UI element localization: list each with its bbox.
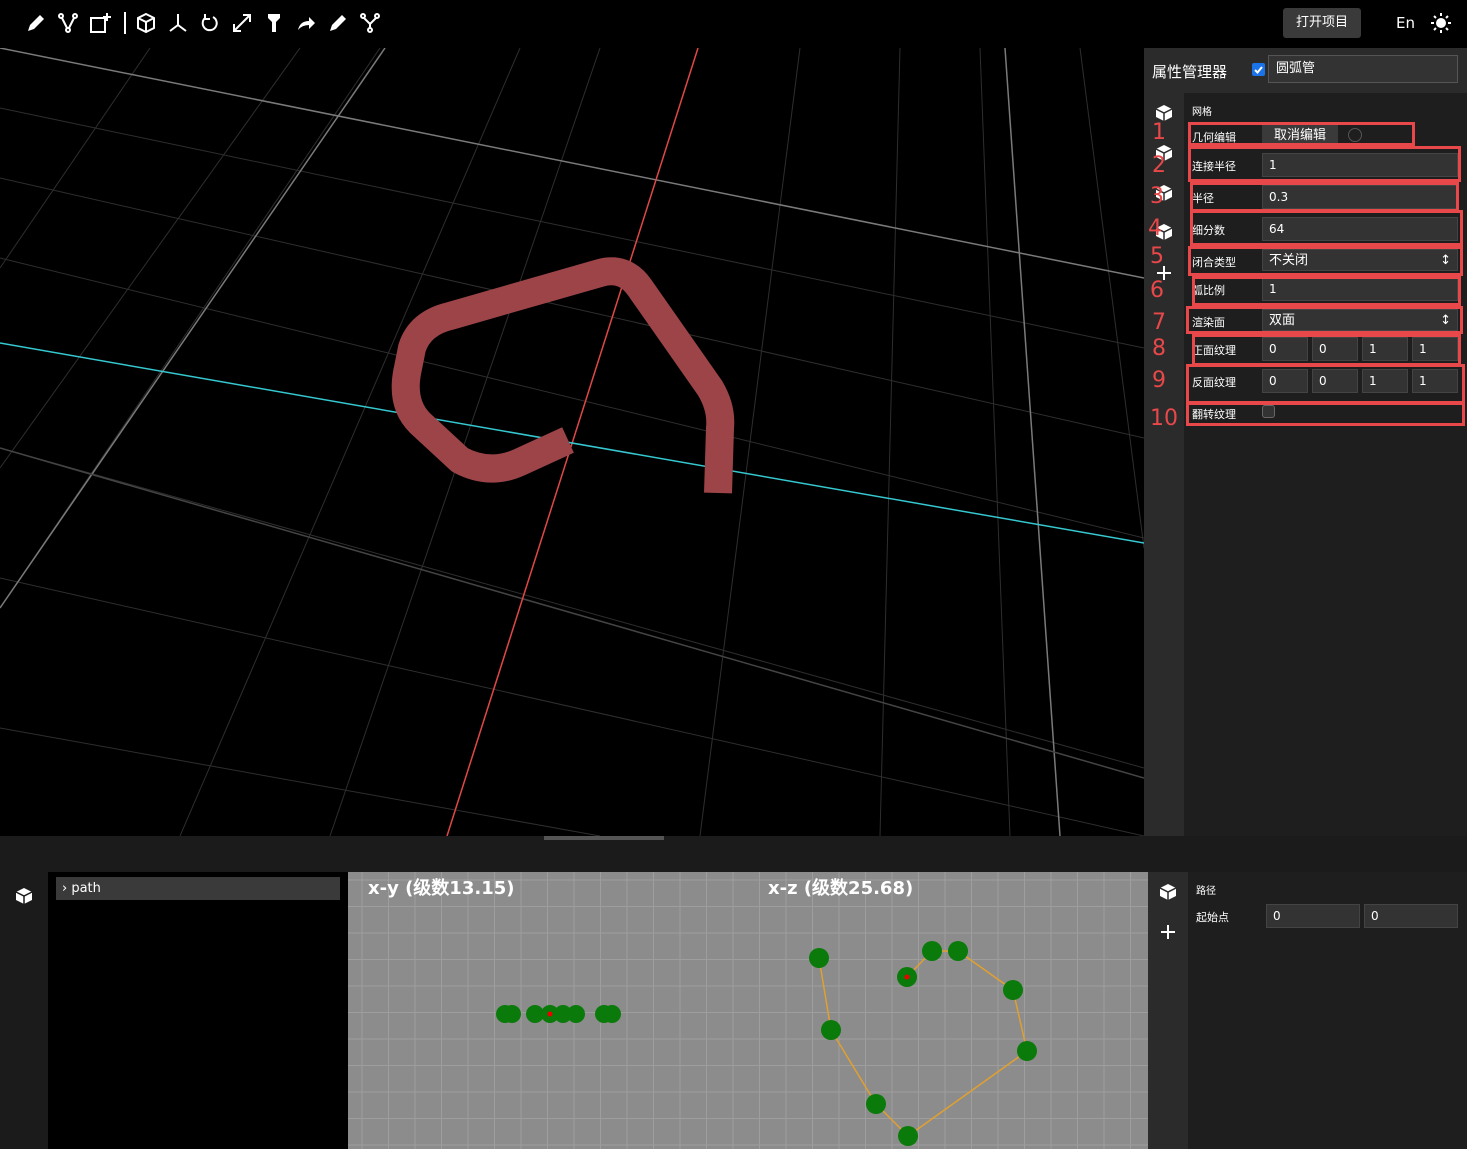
- section-path: 路径: [1196, 886, 1216, 897]
- tree-item-path[interactable]: › path: [56, 877, 340, 900]
- start-point-y-input[interactable]: 0: [1364, 904, 1458, 928]
- annotation-box: [1188, 246, 1463, 276]
- path-tree: [48, 872, 348, 1149]
- pencil-icon[interactable]: [25, 12, 47, 34]
- annotation-number-7: 7: [1152, 310, 1166, 335]
- tree-item-label: path: [71, 881, 101, 896]
- bottom-icon-strip: [0, 872, 48, 1149]
- control-point: [1003, 980, 1023, 1000]
- scale-icon[interactable]: [231, 12, 253, 34]
- branch-icon[interactable]: [359, 12, 381, 34]
- annotation-box: [1192, 334, 1461, 366]
- xz-points: [809, 941, 1037, 1146]
- brush-icon[interactable]: [327, 12, 349, 34]
- control-point: [866, 1094, 886, 1114]
- control-point: [948, 941, 968, 961]
- plus-icon[interactable]: [1158, 922, 1178, 942]
- add-object-icon[interactable]: [89, 12, 111, 34]
- annotation-number-5: 5: [1150, 244, 1164, 269]
- control-point: [809, 948, 829, 968]
- xz-graph-title: x-z (级数25.68): [768, 878, 914, 899]
- axes-icon[interactable]: [167, 12, 189, 34]
- language-toggle[interactable]: En: [1396, 14, 1415, 32]
- xz-path-line: [818, 950, 1028, 1137]
- start-point-label: 起始点: [1196, 911, 1229, 924]
- annotation-box: [1188, 122, 1415, 146]
- start-point-x-input[interactable]: 0: [1266, 904, 1360, 928]
- annotation-box: [1190, 182, 1459, 212]
- control-point: [1017, 1041, 1037, 1061]
- annotation-number-8: 8: [1152, 336, 1166, 361]
- xy-origin-marker: [547, 1011, 553, 1017]
- annotation-box: [1186, 402, 1465, 426]
- annotation-box: [1190, 210, 1463, 246]
- annotation-number-10: 10: [1150, 406, 1178, 431]
- control-point: [922, 941, 942, 961]
- control-point: [567, 1005, 585, 1023]
- annotation-number-3: 3: [1150, 184, 1164, 209]
- cube-icon[interactable]: [1158, 882, 1178, 902]
- visible-checkbox[interactable]: [1252, 63, 1265, 76]
- toolbar-separator: [124, 12, 126, 34]
- arc-tube-mesh[interactable]: [391, 257, 735, 494]
- control-point: [821, 1020, 841, 1040]
- control-point: [503, 1005, 521, 1023]
- annotation-box: [1192, 276, 1461, 306]
- cube-icon[interactable]: [135, 12, 157, 34]
- open-project-button[interactable]: 打开项目: [1283, 8, 1361, 38]
- cube-icon[interactable]: [14, 886, 34, 906]
- annotation-number-2: 2: [1152, 153, 1166, 178]
- annotation-box: [1186, 306, 1463, 334]
- path-graph-canvas[interactable]: [348, 872, 1148, 1149]
- annotation-number-6: 6: [1150, 278, 1164, 303]
- object-name-input[interactable]: 圆弧管: [1268, 55, 1458, 83]
- redo-arrow-icon[interactable]: [295, 12, 317, 34]
- sun-icon[interactable]: [1430, 12, 1452, 34]
- control-point: [898, 1126, 918, 1146]
- xy-graph-title: x-y (级数13.15): [368, 878, 515, 899]
- annotation-box: [1186, 364, 1465, 404]
- flashlight-icon[interactable]: [263, 12, 285, 34]
- scene-grid: [0, 48, 1144, 836]
- rotate-icon[interactable]: [199, 12, 221, 34]
- section-mesh: 网格: [1192, 107, 1212, 118]
- panel-splitter: [0, 836, 1467, 872]
- y-axis-line: [446, 48, 699, 836]
- annotation-number-9: 9: [1152, 368, 1166, 393]
- annotation-number-1: 1: [1152, 120, 1166, 145]
- path-icon-strip: [1148, 872, 1188, 1149]
- graph-svg: [348, 872, 1148, 1149]
- annotation-number-4: 4: [1148, 216, 1162, 241]
- property-manager-title: 属性管理器: [1152, 63, 1228, 81]
- splitter-handle[interactable]: [544, 836, 664, 840]
- xz-origin-marker: [904, 974, 910, 980]
- xy-points: [496, 1005, 621, 1023]
- 3d-viewport[interactable]: [0, 48, 1144, 836]
- annotation-box: [1188, 146, 1461, 182]
- control-point: [603, 1005, 621, 1023]
- vertex-edit-icon[interactable]: [57, 12, 79, 34]
- x-axis-line: [0, 342, 1144, 544]
- chevron-right-icon: ›: [62, 881, 68, 896]
